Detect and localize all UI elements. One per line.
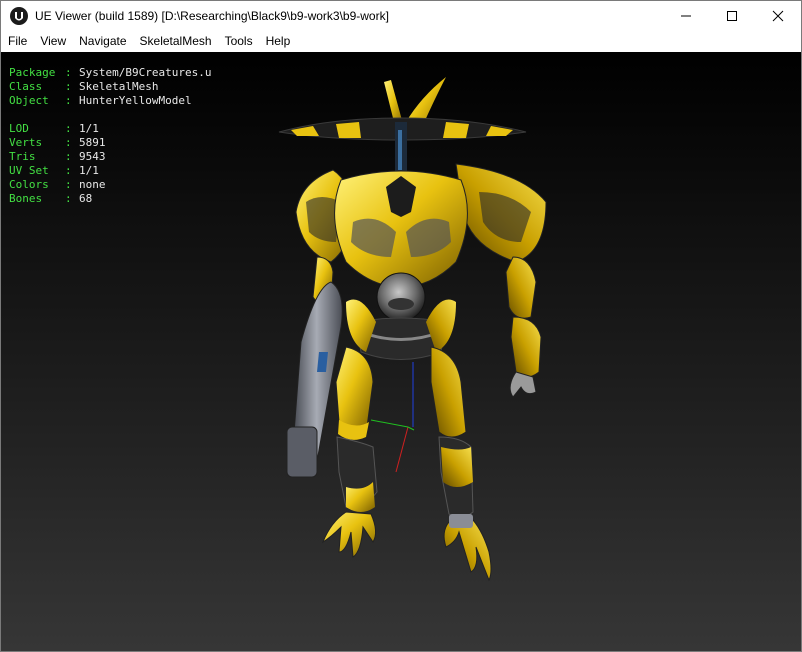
menu-help[interactable]: Help: [259, 31, 297, 52]
info-key-class: Class: [9, 80, 43, 93]
window-title: UE Viewer (build 1589) [D:\Researching\B…: [35, 9, 389, 23]
app-logo-icon: [10, 7, 28, 25]
3d-viewport[interactable]: Package: System/B9Creatures.u Class: Skele…: [1, 52, 801, 651]
info-key-uvset: UV Set: [9, 164, 49, 177]
right-foot: [443, 519, 492, 582]
info-value-uvset: 1/1: [79, 164, 99, 177]
close-icon: [772, 10, 784, 22]
info-row-bones: Bones:68: [9, 192, 211, 206]
info-value-tris: 9543: [79, 150, 106, 163]
info-separator: :: [65, 122, 72, 135]
info-value-bones: 68: [79, 192, 93, 205]
info-gap: [9, 108, 211, 122]
info-separator: :: [65, 178, 72, 191]
minimize-icon: [681, 15, 691, 17]
info-key-object: Object: [9, 94, 49, 107]
info-separator: :: [65, 192, 72, 205]
minimize-button[interactable]: [663, 1, 709, 31]
info-row-tris: Tris:9543: [9, 150, 211, 164]
info-row-package: Package: System/B9Creatures.u: [9, 66, 211, 80]
menu-navigate[interactable]: Navigate: [72, 31, 132, 52]
info-separator: :: [65, 80, 72, 93]
left-foot: [321, 511, 377, 558]
maximize-icon: [727, 11, 737, 21]
info-row-object: Object: HunterYellowModel: [9, 94, 211, 108]
info-value-package: System/B9Creatures.u: [79, 66, 212, 79]
menu-skeletalmesh[interactable]: SkeletalMesh: [133, 31, 218, 52]
info-key-package: Package: [9, 66, 56, 79]
close-button[interactable]: [755, 1, 801, 31]
info-separator: :: [65, 66, 72, 79]
menu-bar: File View Navigate SkeletalMesh Tools He…: [1, 31, 801, 52]
menu-file[interactable]: File: [1, 31, 33, 52]
info-separator: :: [65, 150, 72, 163]
right-upper-arm: [505, 256, 537, 319]
info-key-colors: Colors: [9, 178, 49, 191]
info-separator: :: [65, 94, 72, 107]
axis-gizmo: [370, 362, 415, 473]
caption-buttons: [663, 1, 801, 31]
info-row-uvset: UV Set:1/1: [9, 164, 211, 178]
right-forearm: [510, 316, 542, 378]
info-key-tris: Tris: [9, 150, 36, 163]
info-row-verts: Verts:5891: [9, 136, 211, 150]
arm-cannon: [286, 281, 343, 478]
info-value-lod: 1/1: [79, 122, 99, 135]
menu-tools[interactable]: Tools: [218, 31, 259, 52]
info-key-bones: Bones: [9, 192, 43, 205]
left-thigh: [335, 346, 374, 431]
mesh-info-panel: Package: System/B9Creatures.u Class: Skele…: [9, 66, 211, 206]
info-row-class: Class: SkeletalMesh: [9, 80, 211, 94]
info-row-lod: LOD:1/1: [9, 122, 211, 136]
info-value-colors: none: [79, 178, 106, 191]
right-thigh: [430, 346, 467, 438]
info-key-verts: Verts: [9, 136, 43, 149]
core-sphere: [376, 272, 426, 322]
info-row-colors: Colors: none: [9, 178, 211, 192]
info-value-class: SkeletalMesh: [79, 80, 159, 93]
info-key-lod: LOD: [9, 122, 29, 135]
info-value-verts: 5891: [79, 136, 106, 149]
maximize-button[interactable]: [709, 1, 755, 31]
info-separator: :: [65, 164, 72, 177]
info-value-object: HunterYellowModel: [79, 94, 192, 107]
menu-view[interactable]: View: [33, 31, 72, 52]
info-separator: :: [65, 136, 72, 149]
title-bar[interactable]: UE Viewer (build 1589) [D:\Researching\B…: [1, 1, 801, 31]
app-window: UE Viewer (build 1589) [D:\Researching\B…: [0, 0, 802, 652]
